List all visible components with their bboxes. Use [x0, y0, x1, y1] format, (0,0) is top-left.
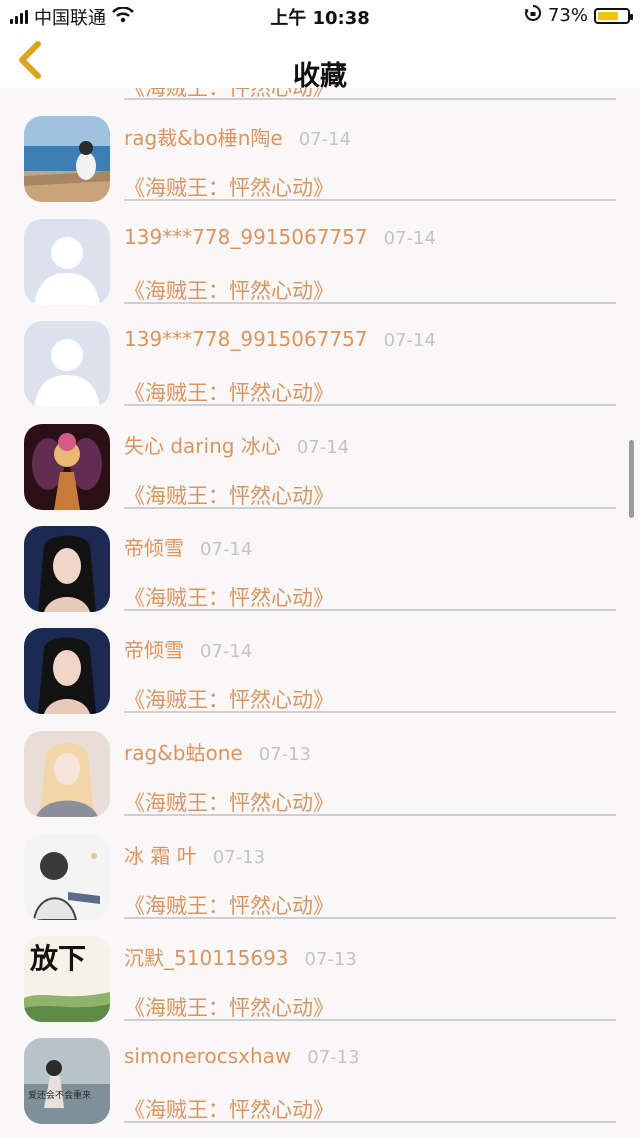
- avatar: [24, 424, 110, 510]
- list-item[interactable]: 失心 daring 冰心 07-14 《海贼王：怦然心动》: [0, 416, 640, 518]
- list-item[interactable]: 帝倾雪 07-14 《海贼王：怦然心动》: [0, 518, 640, 620]
- date: 07-14: [200, 641, 253, 662]
- nav-bar: 收藏: [0, 32, 640, 92]
- avatar-caption: 爱还会不会重来: [28, 1089, 91, 1101]
- date: 07-14: [383, 228, 436, 249]
- divider: [124, 814, 616, 816]
- divider: [124, 1121, 616, 1123]
- date: 07-14: [200, 539, 253, 560]
- item-title[interactable]: 《海贼王：怦然心动》: [124, 377, 334, 407]
- divider: [124, 917, 616, 919]
- date: 07-13: [307, 1047, 360, 1068]
- orientation-lock-icon: [524, 4, 542, 27]
- scrollbar[interactable]: [629, 440, 634, 518]
- avatar: [24, 219, 110, 305]
- username: rag裁&bo棰n陶e 07-14: [124, 126, 351, 150]
- item-title[interactable]: 《海贼王：怦然心动》: [124, 275, 334, 305]
- item-title[interactable]: 《海贼王：怦然心动》: [124, 787, 334, 817]
- username: 139***778_9915067757 07-14: [124, 327, 436, 351]
- list-item[interactable]: 帝倾雪 07-14 《海贼王：怦然心动》: [0, 620, 640, 722]
- list-item[interactable]: 放下 沉默_510115693 07-13 《海贼王：怦然心动》: [0, 928, 640, 1030]
- avatar: [24, 526, 110, 612]
- date: 07-13: [212, 847, 266, 868]
- username: 冰 霜 叶 07-13: [124, 844, 266, 868]
- divider: [124, 1019, 616, 1021]
- avatar: [24, 834, 110, 920]
- divider: [124, 711, 616, 713]
- item-title[interactable]: 《海贼王：怦然心动》: [124, 1094, 334, 1124]
- username: 139***778_9915067757 07-14: [124, 225, 436, 249]
- battery-icon: [594, 7, 633, 24]
- date: 07-13: [258, 744, 311, 765]
- avatar-calligraphy: 放下: [29, 942, 86, 975]
- divider: [124, 507, 616, 509]
- battery-percent: 73%: [547, 5, 588, 26]
- username: 失心 daring 冰心 07-14: [124, 434, 350, 458]
- username: 帝倾雪 07-14: [124, 638, 253, 662]
- divider: [124, 302, 616, 304]
- date: 07-14: [296, 437, 350, 458]
- list-item[interactable]: rag裁&bo棰n陶e 07-14 《海贼王：怦然心动》: [0, 108, 640, 210]
- avatar: 爱还会不会重来: [24, 1038, 110, 1124]
- list-item[interactable]: rag&b蛄one 07-13 《海贼王：怦然心动》: [0, 723, 640, 825]
- status-right: 73%: [524, 4, 633, 27]
- username: rag&b蛄one 07-13: [124, 741, 311, 765]
- divider: [124, 98, 616, 100]
- status-bar: 中国联通 上午 10:38 73%: [0, 0, 640, 32]
- list-item[interactable]: 爱还会不会重来 simonerocsxhaw 07-13 《海贼王：怦然心动》: [0, 1030, 640, 1132]
- date: 07-13: [304, 949, 357, 970]
- avatar: [24, 116, 110, 202]
- list-item[interactable]: 139***778_9915067757 07-14 《海贼王：怦然心动》: [0, 313, 640, 415]
- item-title[interactable]: 《海贼王：怦然心动》: [124, 684, 334, 714]
- avatar: [24, 321, 110, 407]
- avatar: [24, 731, 110, 817]
- date: 07-14: [298, 129, 351, 150]
- date: 07-14: [383, 330, 436, 351]
- avatar: 放下: [24, 936, 110, 1022]
- divider: [124, 609, 616, 611]
- item-title[interactable]: 《海贼王：怦然心动》: [124, 582, 334, 612]
- item-title[interactable]: 《海贼王：怦然心动》: [124, 480, 334, 510]
- avatar: [24, 628, 110, 714]
- username: 帝倾雪 07-14: [124, 536, 253, 560]
- divider: [124, 404, 616, 406]
- list-item[interactable]: 139***778_9915067757 07-14 《海贼王：怦然心动》: [0, 211, 640, 313]
- divider: [124, 199, 616, 201]
- username: simonerocsxhaw 07-13: [124, 1044, 360, 1068]
- item-title[interactable]: 《海贼王：怦然心动》: [124, 890, 334, 920]
- page-title: 收藏: [293, 61, 347, 92]
- username: 沉默_510115693 07-13: [124, 946, 357, 970]
- item-title[interactable]: 《海贼王：怦然心动》: [124, 172, 334, 202]
- item-title[interactable]: 《海贼王：怦然心动》: [124, 992, 334, 1022]
- list-item[interactable]: 冰 霜 叶 07-13 《海贼王：怦然心动》: [0, 826, 640, 928]
